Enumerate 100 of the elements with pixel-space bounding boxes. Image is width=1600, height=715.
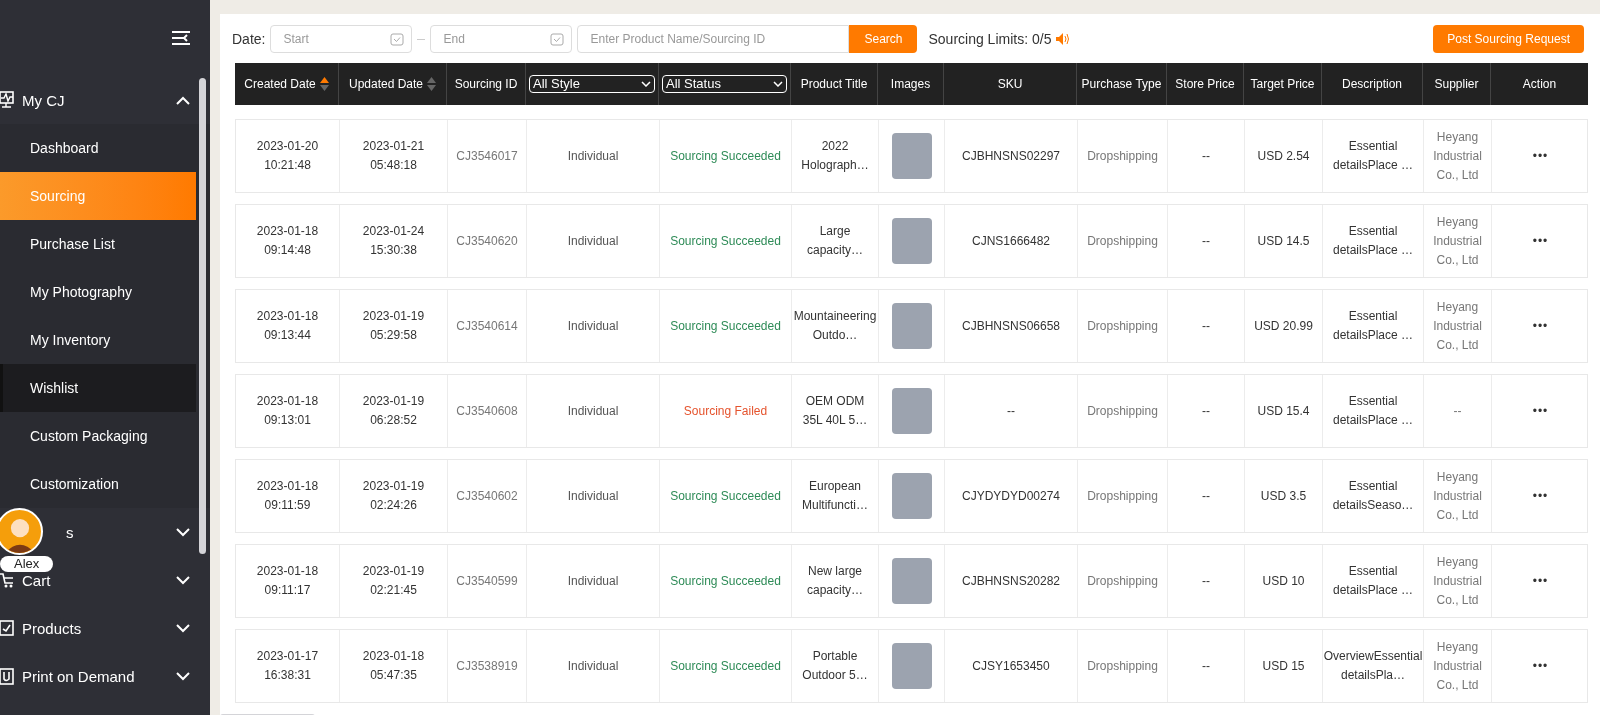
table-cell-text: 2023-01-19 02:21:45: [361, 563, 426, 599]
table-cell-text: OEM ODM 35L 40L 5…: [801, 393, 869, 429]
table-cell-text: CJBHNSNS02297: [961, 147, 1060, 165]
status-label: Sourcing Succeeded: [670, 487, 781, 505]
more-button[interactable]: •••: [1532, 402, 1549, 420]
table-row[interactable]: 2023-01-18 09:13:44 2023-01-19 05:29:58 CJ3540614 Individual Sourcing Succeeded Mountaineering Outdo… CJBHNSNS06658 Dropshipping -- USD 20.99 Essential detailsPlace … Heyang Industrial Co., Ltd •••: [235, 289, 1588, 363]
table-cell-text: Large capacity…: [806, 223, 864, 259]
photo-placeholder: [891, 388, 932, 434]
table-cell-text: Essential detailsSeaso…: [1331, 478, 1415, 514]
photo-placeholder: [891, 218, 932, 264]
search-field[interactable]: Enter Product Name/Sourcing ID: [577, 25, 850, 53]
status-label: Sourcing Succeeded: [670, 317, 781, 335]
sidebar-menu-item[interactable]: Cart: [22, 572, 51, 588]
table-cell-text: Individual: [567, 657, 619, 675]
filter-dropdown[interactable]: All Status: [662, 75, 787, 93]
sidebar-item[interactable]: Customization: [0, 460, 196, 508]
table-cell-text: USD 3.5: [1260, 487, 1307, 505]
table-row[interactable]: 2023-01-18 09:11:17 2023-01-19 02:21:45 CJ3540599 Individual Sourcing Succeeded New large capacity… CJBHNSNS20282 Dropshipping -- USD 10 Essential detailsPlace … Heyang Industrial Co., Ltd •••: [235, 544, 1588, 618]
photo-placeholder: [891, 303, 932, 349]
scrollbar[interactable]: [199, 78, 206, 554]
date-field[interactable]: Start: [270, 25, 413, 53]
table-cell-text: --: [1202, 147, 1210, 165]
table-cell-text: 2023-01-18 09:14:48: [255, 223, 320, 259]
sourcing-limits: Sourcing Limits: 0/5: [928, 29, 1052, 49]
table-cell-text: CJBHNSNS20282: [961, 572, 1060, 590]
table-cell-text: Individual: [567, 147, 619, 165]
table-cell-text: Individual: [567, 402, 619, 420]
table-cell-text: --: [1202, 657, 1210, 675]
column-header: Purchase Type: [1081, 76, 1162, 93]
table-row[interactable]: 2023-01-18 09:11:59 2023-01-19 02:24:26 CJ3540602 Individual Sourcing Succeeded European Multifuncti… CJYDYDYD00274 Dropshipping -- USD 3.5 Essential detailsSeaso… Heyang Industrial Co., Ltd •••: [235, 459, 1588, 533]
status-label: Sourcing Succeeded: [670, 657, 781, 675]
speaker-icon: [1056, 33, 1071, 45]
table-cell-text: 2023-01-18 09:11:17: [255, 563, 320, 599]
caret-icon: [641, 81, 651, 87]
sidebar-menu-item[interactable]: My CJ: [22, 92, 65, 108]
column-header: Action: [1522, 76, 1557, 93]
more-button[interactable]: •••: [1532, 232, 1549, 250]
table-row[interactable]: 2023-01-20 10:21:48 2023-01-21 05:48:18 CJ3546017 Individual Sourcing Succeeded 2022 Holograph… CJBHNSNS02297 Dropshipping -- USD 2.54 Essential detailsPlace … Heyang Industrial Co., Ltd •••: [235, 119, 1588, 193]
sidebar-item[interactable]: My Photography: [0, 268, 196, 316]
cart-icon: [0, 571, 14, 589]
sidebar-menu-item[interactable]: Products: [22, 620, 82, 636]
table-cell-text: CJ3540608: [456, 402, 518, 420]
photo-placeholder: [891, 473, 932, 519]
table-cell-text: CJYDYDYD00274: [961, 487, 1060, 505]
table-cell-text: Heyang Industrial Co., Ltd: [1432, 553, 1483, 609]
table-cell-text: --: [1202, 317, 1210, 335]
table-cell-text: Individual: [567, 572, 619, 590]
sidebar-item[interactable]: Custom Packaging: [0, 412, 196, 460]
table-cell-text: --: [1202, 487, 1210, 505]
table-cell-text: --: [1202, 232, 1210, 250]
table-cell-text: Individual: [567, 487, 619, 505]
table-cell-text: 2023-01-24 15:30:38: [361, 223, 426, 259]
caret-icon: [773, 81, 783, 87]
more-button[interactable]: •••: [1532, 487, 1549, 505]
more-button[interactable]: •••: [1532, 317, 1549, 335]
more-button[interactable]: •••: [1532, 572, 1549, 590]
date-field[interactable]: End: [430, 25, 573, 53]
column-header: SKU: [997, 76, 1023, 93]
filter-dropdown[interactable]: All Style: [529, 75, 655, 93]
table-cell-text: 2023-01-18 09:13:44: [255, 308, 320, 344]
table-row[interactable]: 2023-01-18 09:13:01 2023-01-19 06:28:52 CJ3540608 Individual Sourcing Failed OEM ODM 35L 40L 5… -- Dropshipping -- USD 15.4 Essential detailsPlace … -- •••: [235, 374, 1588, 448]
sidebar-item[interactable]: Wishlist: [0, 364, 196, 412]
avatar[interactable]: [0, 508, 43, 555]
table-cell-text: Heyang Industrial Co., Ltd: [1432, 298, 1483, 354]
table-cell-text: CJ3540599: [456, 572, 518, 590]
table-row[interactable]: 2023-01-18 09:14:48 2023-01-24 15:30:38 CJ3540620 Individual Sourcing Succeeded Large capacity… CJNS1666482 Dropshipping -- USD 14.5 Essential detailsPlace … Heyang Industrial Co., Ltd •••: [235, 204, 1588, 278]
sidebar-item[interactable]: My Inventory: [0, 316, 196, 364]
table-cell-text: Dropshipping: [1087, 317, 1158, 335]
table-cell-text: --: [1202, 402, 1210, 420]
status-label: Sourcing Succeeded: [670, 147, 781, 165]
column-header[interactable]: Updated Date: [348, 75, 424, 93]
table-cell-text: --: [1202, 572, 1210, 590]
table-cell-text: USD 20.99: [1254, 317, 1313, 335]
table-cell-text: 2023-01-20 10:21:48: [255, 138, 320, 174]
column-header: Images: [890, 76, 931, 93]
photo-placeholder: [891, 558, 932, 604]
sidebar-menu-item[interactable]: Print on Demand: [22, 668, 135, 684]
table-cell-text: Dropshipping: [1087, 487, 1158, 505]
table-cell-text: Mountaineering Outdo…: [793, 308, 877, 344]
more-button[interactable]: •••: [1532, 147, 1549, 165]
sidebar-item[interactable]: Dashboard: [0, 124, 196, 172]
column-header: Target Price: [1250, 76, 1315, 93]
table-cell-text: Essential detailsPlace …: [1331, 393, 1414, 429]
sidebar-item[interactable]: Purchase List: [0, 220, 196, 268]
status-label: Sourcing Succeeded: [670, 232, 781, 250]
table-cell-text: Dropshipping: [1087, 402, 1158, 420]
table-cell-text: USD 15: [1262, 657, 1305, 675]
sidebar-menu-item[interactable]: s: [66, 524, 74, 540]
calendar-icon: [390, 32, 405, 46]
column-header[interactable]: Created Date: [244, 75, 316, 93]
table-cell-text: CJ3540614: [456, 317, 518, 335]
table-cell-text: USD 15.4: [1257, 402, 1310, 420]
table-cell-text: OverviewEssential detailsPla…: [1323, 648, 1423, 684]
table-cell-text: 2023-01-21 05:48:18: [361, 138, 426, 174]
table-cell-text: --: [1007, 402, 1015, 420]
table-cell-text: USD 10: [1262, 572, 1305, 590]
table-cell-text: Heyang Industrial Co., Ltd: [1432, 128, 1483, 184]
menu-icon: [172, 30, 190, 46]
table-cell-text: Dropshipping: [1087, 657, 1158, 675]
more-button[interactable]: •••: [1532, 657, 1549, 675]
